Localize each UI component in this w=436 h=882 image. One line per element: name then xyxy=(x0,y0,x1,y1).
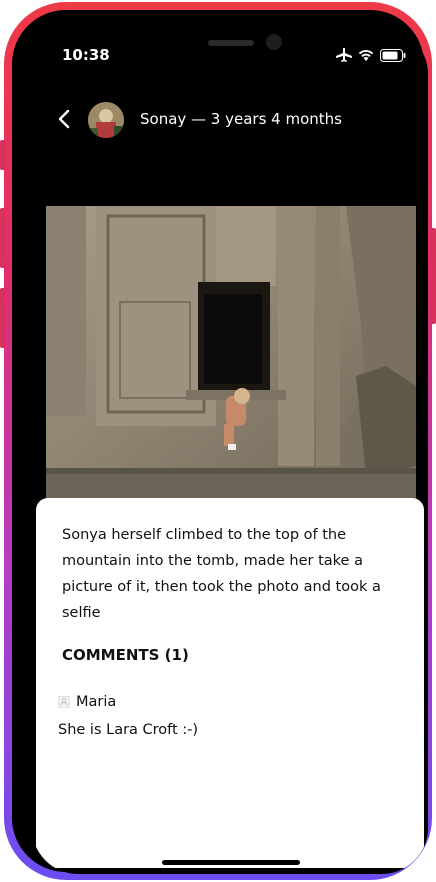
battery-icon xyxy=(380,48,406,62)
side-button-volume-up xyxy=(0,208,6,268)
avatar-photo-icon xyxy=(88,102,124,138)
back-button[interactable] xyxy=(54,108,76,130)
user-icon xyxy=(58,696,70,708)
side-button-power xyxy=(430,228,436,324)
status-time: 10:38 xyxy=(62,46,110,64)
comment-author-row: Maria xyxy=(58,694,116,710)
comments-heading: COMMENTS (1) xyxy=(62,646,189,664)
chevron-left-icon xyxy=(58,109,70,129)
side-button-mute xyxy=(0,140,6,170)
post-photo[interactable] xyxy=(46,206,416,506)
side-button-volume-down xyxy=(0,288,6,348)
avatar[interactable] xyxy=(88,102,124,138)
phone-screen: 10:38 Sonay — 3 years 4 months Sonya her… xyxy=(32,28,428,874)
status-icons xyxy=(336,48,406,62)
wifi-icon xyxy=(358,49,374,61)
speaker-grille xyxy=(208,40,254,46)
front-camera xyxy=(266,34,282,50)
airplane-icon xyxy=(336,48,352,62)
phone-bezel: 10:38 Sonay — 3 years 4 months Sonya her… xyxy=(12,10,428,874)
post-card: Sonya herself climbed to the top of the … xyxy=(36,498,424,868)
post-caption: Sonya herself climbed to the top of the … xyxy=(62,527,381,621)
comment-author[interactable]: Maria xyxy=(76,694,116,710)
tomb-photo-image xyxy=(46,206,416,506)
home-indicator[interactable] xyxy=(162,860,300,865)
header-title: Sonay — 3 years 4 months xyxy=(140,110,342,128)
comment-text: She is Lara Croft :-) xyxy=(58,722,199,738)
